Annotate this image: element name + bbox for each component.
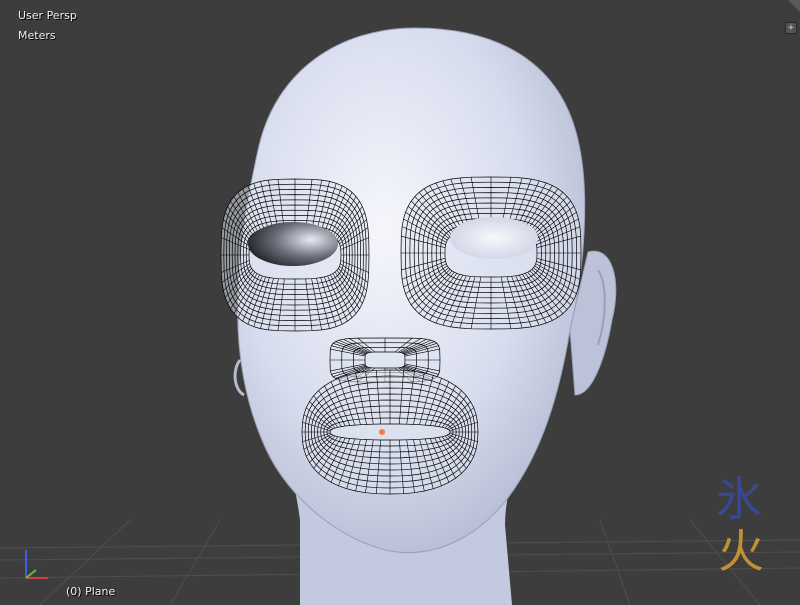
plus-icon[interactable]: +: [785, 22, 797, 34]
view-name-label: User Persp: [18, 9, 77, 22]
active-object-label: (0) Plane: [66, 585, 116, 598]
viewport-scene[interactable]: [0, 0, 800, 605]
area-split-corner[interactable]: [788, 0, 800, 12]
units-label: Meters: [18, 29, 56, 42]
object-origin: [379, 429, 385, 435]
right-eyeball: [450, 217, 538, 259]
left-eyeball: [248, 222, 338, 266]
watermark-fire: 火: [718, 524, 764, 578]
watermark-ice: 氷: [716, 472, 762, 526]
3d-viewport[interactable]: + User Persp Meters (0) Plane 氷 火: [0, 0, 800, 605]
axes-icon: [25, 550, 48, 579]
mouth-mesh[interactable]: [301, 369, 479, 495]
